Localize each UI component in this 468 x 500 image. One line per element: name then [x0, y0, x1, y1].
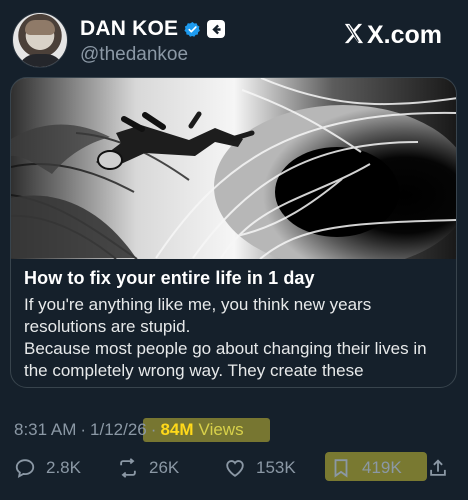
author-handle[interactable]: @thedankoe [80, 44, 188, 66]
article-title[interactable]: How to fix your entire life in 1 day [24, 268, 444, 289]
repost-count: 26K [149, 458, 180, 477]
astronaut-vortex-illustration [11, 78, 456, 259]
avatar-hair-shape [25, 20, 55, 35]
subscription-mark-icon [212, 24, 221, 34]
meta-separator: · [150, 420, 157, 439]
avatar-shirt-shape [18, 54, 64, 67]
reply-icon [15, 459, 35, 478]
article-card[interactable]: How to fix your entire life in 1 day If … [10, 77, 457, 388]
meta-separator: · [80, 420, 87, 439]
article-description-line: the completely wrong way. They create th… [24, 361, 364, 380]
author-display-name[interactable]: DAN KOE [80, 17, 178, 41]
post-actions: 2.8K 26K 153K 419K [14, 454, 454, 484]
site-label: X.com [366, 21, 442, 49]
views-count[interactable]: 84M [160, 420, 193, 440]
site-brand[interactable]: X.com [342, 20, 442, 50]
repost-icon [120, 458, 136, 478]
verified-badge-icon [184, 21, 201, 37]
share-icon [430, 459, 446, 476]
bookmark-count: 419K [362, 458, 402, 477]
article-description-line: resolutions are stupid. [24, 317, 191, 336]
author-avatar[interactable] [12, 12, 68, 68]
article-description: If you're anything like me, you think ne… [24, 294, 449, 382]
article-image[interactable] [11, 78, 456, 259]
author-name-row: DAN KOE [80, 16, 226, 42]
bookmark-icon [334, 459, 348, 478]
bookmark-button[interactable]: 419K [330, 454, 402, 482]
like-count: 153K [256, 458, 296, 477]
heart-icon [226, 460, 244, 477]
post-time[interactable]: 8:31 AM [14, 420, 76, 440]
subscription-badge-icon [207, 20, 226, 38]
share-button[interactable] [427, 454, 449, 482]
reply-button[interactable]: 2.8K [14, 454, 81, 482]
post-date[interactable]: 1/12/26 [90, 420, 147, 440]
post-meta: 8:31 AM · 1/12/26 · 84M Views [14, 419, 244, 441]
post-header: DAN KOE @thedankoe X.com [12, 12, 456, 70]
repost-button[interactable]: 26K [117, 454, 179, 482]
reply-count: 2.8K [46, 458, 81, 477]
article-description-line: Because most people go about changing th… [24, 339, 427, 358]
views-label[interactable]: Views [199, 420, 244, 440]
x-logo-icon [344, 23, 364, 44]
like-button[interactable]: 153K [224, 454, 296, 482]
article-description-line: If you're anything like me, you think ne… [24, 295, 372, 314]
